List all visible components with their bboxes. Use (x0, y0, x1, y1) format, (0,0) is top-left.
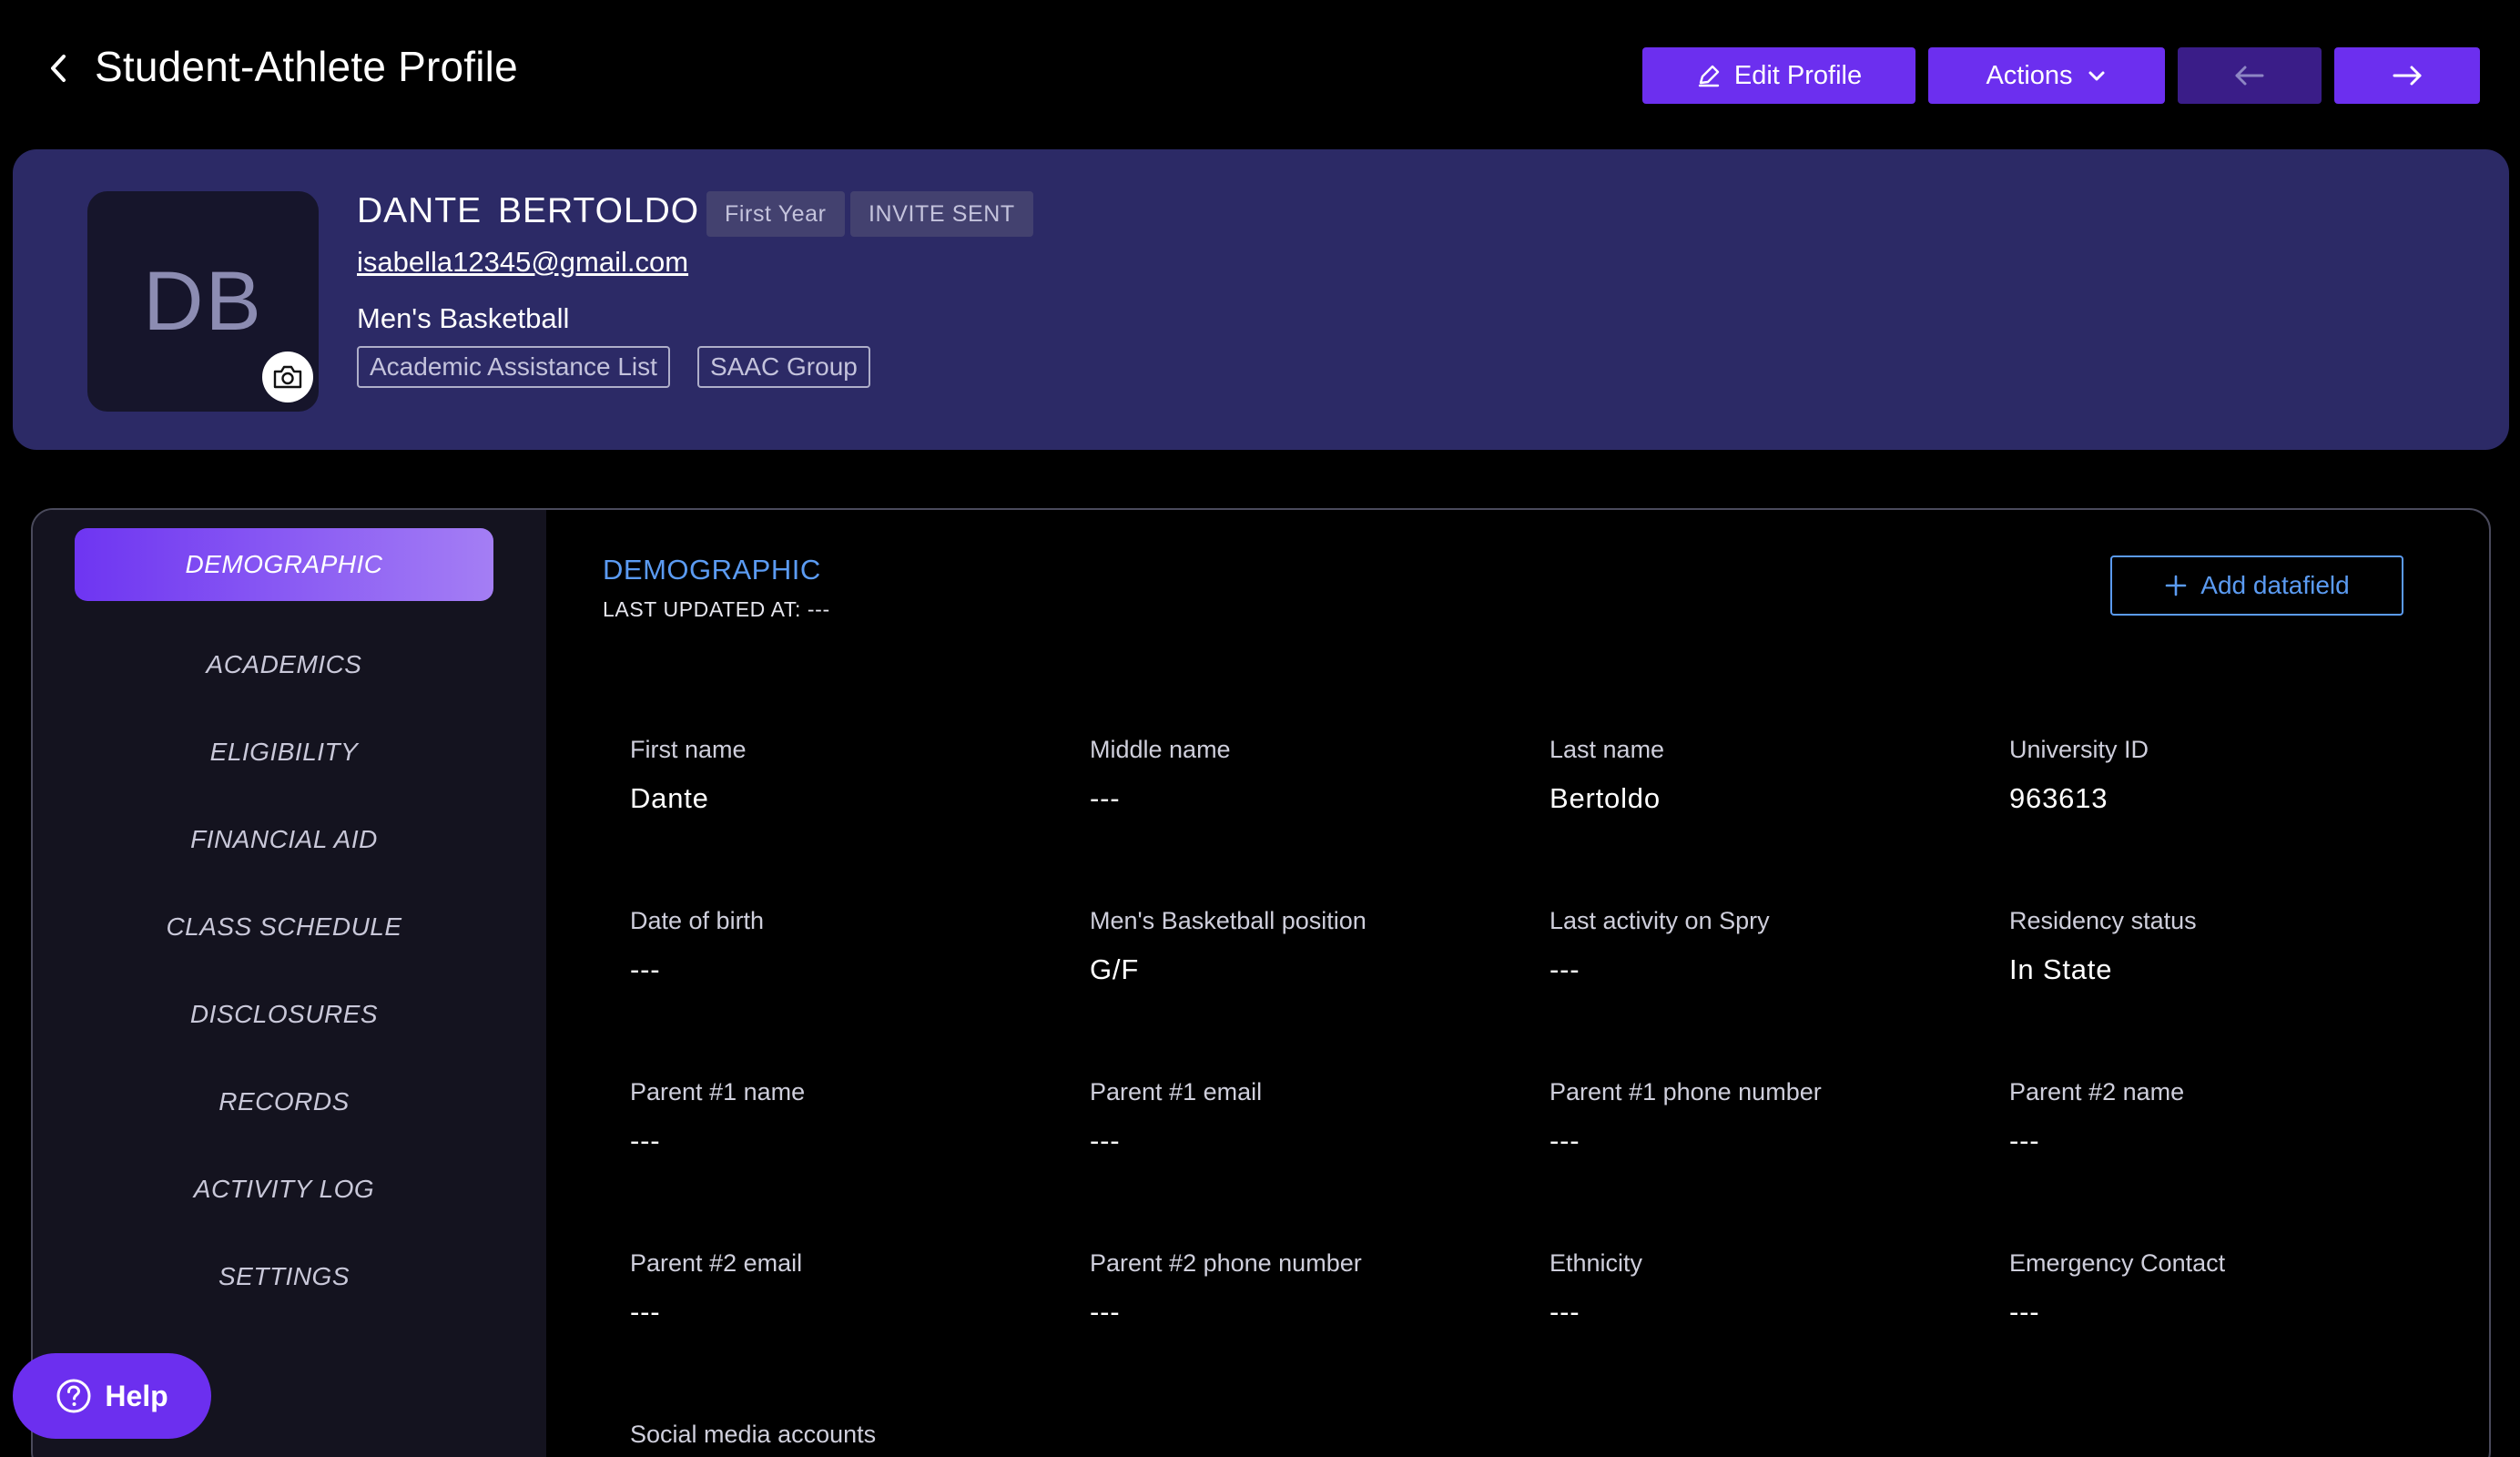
avatar: DB (87, 191, 319, 412)
field-value: --- (1550, 1296, 1580, 1328)
field-emergency-contact: Emergency Contact --- (2009, 1249, 2446, 1329)
field-parent2-email: Parent #2 email --- (630, 1249, 1067, 1329)
profile-page: Student-Athlete Profile Edit Profile Act… (0, 0, 2520, 1457)
field-label: Men's Basketball position (1090, 907, 1367, 934)
field-label: Social media accounts (630, 1421, 877, 1448)
field-last-name: Last name Bertoldo (1550, 736, 1987, 815)
field-first-name: First name Dante (630, 736, 1067, 815)
field-parent2-name: Parent #2 name --- (2009, 1078, 2446, 1157)
actions-dropdown[interactable]: Actions (1928, 47, 2165, 104)
back-button[interactable] (40, 46, 76, 91)
field-label: Parent #1 phone number (1550, 1078, 1822, 1105)
field-value: G/F (1090, 953, 1140, 985)
help-button[interactable]: Help (13, 1353, 211, 1439)
field-label: Last name (1550, 736, 1665, 763)
profile-header-card: DB DANTE BERTOLDO First Year INVITE SENT… (13, 149, 2509, 450)
field-label: Parent #2 name (2009, 1078, 2185, 1105)
arrow-right-icon (2393, 66, 2422, 86)
group-tag: SAAC Group (697, 346, 870, 388)
actions-label: Actions (1986, 60, 2073, 90)
chevron-left-icon (51, 55, 66, 82)
field-social-media: Social media accounts (630, 1421, 1067, 1449)
field-value: --- (2009, 1125, 2040, 1156)
sidebar-item-demographic[interactable]: DEMOGRAPHIC (75, 528, 493, 601)
field-label: Parent #1 name (630, 1078, 806, 1105)
field-position: Men's Basketball position G/F (1090, 907, 1527, 986)
field-value: --- (630, 1296, 661, 1328)
field-value: Dante (630, 782, 709, 814)
field-parent1-phone: Parent #1 phone number --- (1550, 1078, 1987, 1157)
field-label: Parent #2 phone number (1090, 1249, 1362, 1277)
add-datafield-button[interactable]: Add datafield (2110, 555, 2403, 616)
chevron-down-icon (2088, 71, 2105, 81)
sidebar-item-settings[interactable]: SETTINGS (75, 1240, 493, 1313)
field-parent1-name: Parent #1 name --- (630, 1078, 1067, 1157)
field-value: --- (630, 1125, 661, 1156)
page-title: Student-Athlete Profile (95, 43, 518, 90)
athlete-email-link[interactable]: isabella12345@gmail.com (357, 246, 688, 279)
field-value: --- (630, 953, 661, 985)
last-updated: LAST UPDATED AT: --- (603, 597, 830, 621)
sidebar-item-activity-log[interactable]: ACTIVITY LOG (75, 1153, 493, 1226)
sidebar-item-eligibility[interactable]: ELIGIBILITY (75, 716, 493, 789)
field-label: Middle name (1090, 736, 1231, 763)
edit-profile-button[interactable]: Edit Profile (1642, 47, 1915, 104)
field-date-of-birth: Date of birth --- (630, 907, 1067, 986)
field-label: Parent #2 email (630, 1249, 803, 1277)
help-label: Help (105, 1379, 168, 1412)
change-photo-button[interactable] (262, 352, 313, 402)
field-last-activity: Last activity on Spry --- (1550, 907, 1987, 986)
athlete-name: DANTE BERTOLDO (357, 191, 700, 230)
add-datafield-label: Add datafield (2200, 571, 2350, 599)
field-value: --- (1090, 1125, 1121, 1156)
field-label: Emergency Contact (2009, 1249, 2226, 1277)
field-value: --- (1550, 953, 1580, 985)
field-middle-name: Middle name --- (1090, 736, 1527, 815)
section-title: DEMOGRAPHIC (603, 554, 821, 586)
demographic-section: DEMOGRAPHIC LAST UPDATED AT: --- Add dat… (546, 510, 2489, 1457)
athlete-sport: Men's Basketball (357, 302, 570, 334)
field-ethnicity: Ethnicity --- (1550, 1249, 1987, 1329)
invite-status-badge: INVITE SENT (850, 191, 1033, 237)
field-value: --- (1550, 1125, 1580, 1156)
arrow-left-icon (2235, 66, 2264, 86)
avatar-initials: DB (143, 254, 263, 348)
field-residency-status: Residency status In State (2009, 907, 2446, 986)
field-label: First name (630, 736, 747, 763)
pencil-icon (1698, 65, 1720, 87)
field-value: 963613 (2009, 782, 2108, 814)
field-value: Bertoldo (1550, 782, 1661, 814)
previous-athlete-button[interactable] (2178, 47, 2322, 104)
edit-profile-label: Edit Profile (1733, 60, 1863, 90)
field-label: Last activity on Spry (1550, 907, 1770, 934)
field-parent1-email: Parent #1 email --- (1090, 1078, 1527, 1157)
sidebar-item-records[interactable]: RECORDS (75, 1065, 493, 1138)
field-value: In State (2009, 953, 2113, 985)
field-label: Ethnicity (1550, 1249, 1643, 1277)
sidebar-item-disclosures[interactable]: DISCLOSURES (75, 978, 493, 1051)
camera-icon (273, 365, 302, 389)
class-year-badge: First Year (706, 191, 845, 237)
sidebar-item-financial-aid[interactable]: FINANCIAL AID (75, 803, 493, 876)
group-tag: Academic Assistance List (357, 346, 670, 388)
field-parent2-phone: Parent #2 phone number --- (1090, 1249, 1527, 1329)
plus-icon (2165, 575, 2187, 596)
question-circle-icon (56, 1379, 91, 1413)
field-value: --- (1090, 782, 1121, 814)
profile-detail-panel: DEMOGRAPHIC ACADEMICS ELIGIBILITY FINANC… (31, 508, 2491, 1457)
sidebar-item-academics[interactable]: ACADEMICS (75, 628, 493, 701)
top-bar: Student-Athlete Profile Edit Profile Act… (0, 0, 2520, 146)
section-sidebar: DEMOGRAPHIC ACADEMICS ELIGIBILITY FINANC… (33, 510, 546, 1457)
sidebar-item-class-schedule[interactable]: CLASS SCHEDULE (75, 891, 493, 963)
field-label: Date of birth (630, 907, 765, 934)
field-university-id: University ID 963613 (2009, 736, 2446, 815)
field-label: University ID (2009, 736, 2149, 763)
field-label: Residency status (2009, 907, 2197, 934)
field-label: Parent #1 email (1090, 1078, 1263, 1105)
field-value: --- (1090, 1296, 1121, 1328)
next-athlete-button[interactable] (2334, 47, 2480, 104)
field-value: --- (2009, 1296, 2040, 1328)
